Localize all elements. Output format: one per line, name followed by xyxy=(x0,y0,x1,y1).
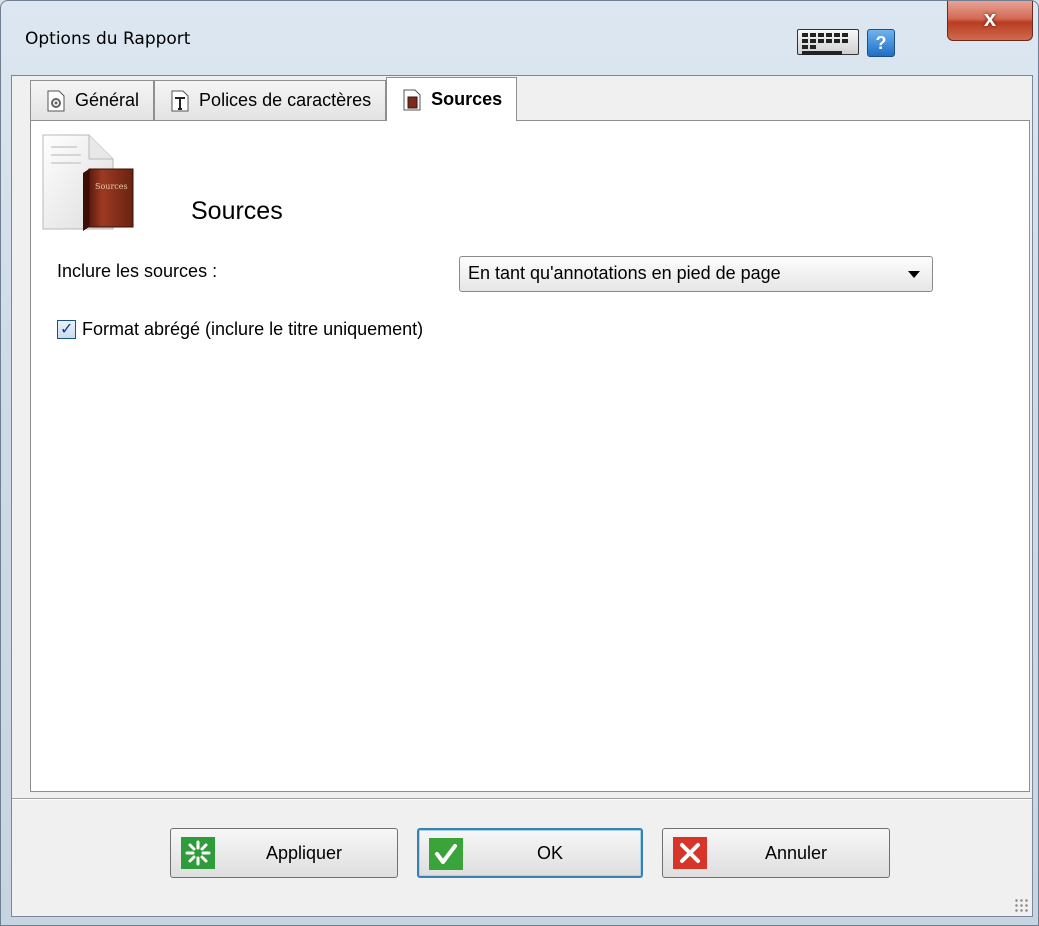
chevron-down-icon[interactable] xyxy=(908,271,920,278)
title-bar[interactable]: Options du Rapport ? x xyxy=(1,1,1038,75)
abbrev-format-checkbox[interactable]: ✓ xyxy=(57,320,76,339)
include-sources-label: Inclure les sources : xyxy=(57,261,218,281)
abbrev-format-option[interactable]: ✓ Format abrégé (inclure le titre unique… xyxy=(57,319,423,340)
tab-label: Polices de caractères xyxy=(199,90,372,110)
keyboard-icon[interactable] xyxy=(797,29,859,55)
apply-label: Appliquer xyxy=(265,842,343,863)
tab-general[interactable]: Général xyxy=(30,80,155,120)
apply-button[interactable]: Appliquer xyxy=(170,828,398,878)
ok-button[interactable]: OK xyxy=(417,828,643,878)
help-icon[interactable]: ? xyxy=(867,29,895,57)
client-area: Général Polices de caractères Sources So… xyxy=(11,75,1033,917)
section-title: Sources xyxy=(191,197,283,225)
abbrev-format-label[interactable]: Format abrégé (inclure le titre uniqueme… xyxy=(82,319,423,340)
tab-fonts[interactable]: Polices de caractères xyxy=(154,80,387,120)
checkmark-icon: ✓ xyxy=(60,321,74,338)
cancel-button[interactable]: Annuler xyxy=(662,828,890,878)
window-title: Options du Rapport xyxy=(25,29,191,49)
tab-label: Sources xyxy=(431,89,503,109)
svg-text:Sources: Sources xyxy=(95,182,128,191)
dialog-window: Options du Rapport ? x Général Polices d… xyxy=(0,0,1039,926)
sources-panel: Sources Sources Inclure les sources : En… xyxy=(30,120,1030,792)
tab-sources[interactable]: Sources xyxy=(386,77,518,121)
ok-label: OK xyxy=(536,842,563,863)
font-page-icon xyxy=(169,90,191,112)
include-sources-select[interactable]: En tant qu'annotations en pied de page xyxy=(459,256,933,292)
tab-strip: Général Polices de caractères Sources xyxy=(30,76,518,121)
tab-label: Général xyxy=(75,90,140,110)
divider xyxy=(12,798,1032,800)
sources-book-icon: Sources xyxy=(41,133,145,231)
include-sources-value: En tant qu'annotations en pied de page xyxy=(468,263,781,283)
resize-grip-icon[interactable] xyxy=(1014,898,1028,912)
close-button[interactable]: x xyxy=(947,1,1033,41)
gear-page-icon xyxy=(45,90,67,112)
book-page-icon xyxy=(401,89,423,111)
cancel-label: Annuler xyxy=(764,842,828,863)
